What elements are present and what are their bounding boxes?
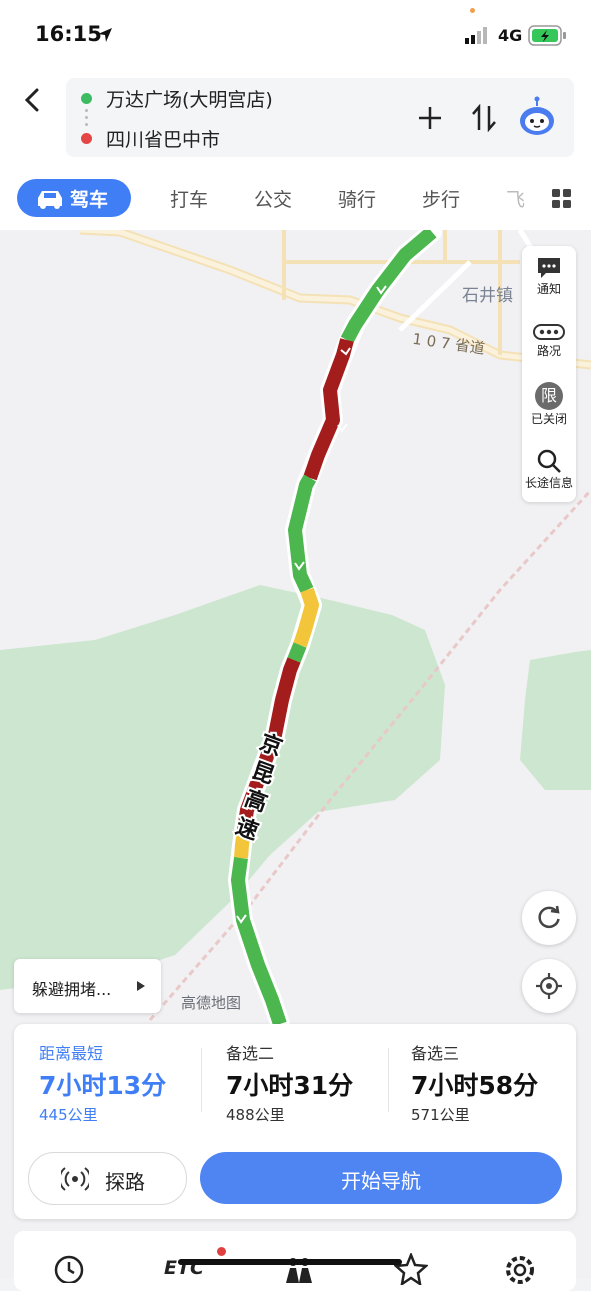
tool-restriction-label: 已关闭	[530, 412, 567, 426]
origin-dot	[81, 93, 92, 104]
refresh-button[interactable]	[522, 891, 576, 945]
town-label: 石井镇	[462, 286, 513, 306]
refresh-icon	[538, 905, 560, 929]
route-options-card: 距离最短 7小时13分 445公里 备选二 7小时31分 488公里 备选三 7…	[14, 1024, 576, 1219]
location-arrow-icon	[98, 28, 112, 42]
tab-drive[interactable]: 驾车	[17, 179, 131, 217]
start-navigation-label: 开始导航	[341, 1169, 421, 1193]
route-option-2[interactable]: 备选二 7小时31分 488公里	[204, 1024, 389, 1134]
tool-traffic[interactable]: 路况	[522, 322, 576, 378]
tool-restriction[interactable]: 限 已关闭	[522, 382, 576, 442]
signal-icon	[465, 27, 487, 44]
avoid-congestion-label: 躲避拥堵...	[32, 980, 112, 999]
route-option-distance: 571公里	[411, 1106, 470, 1124]
route-option-distance: 445公里	[39, 1106, 98, 1124]
route-option-time: 7小时31分	[226, 1071, 354, 1100]
route-panel: 万达广场(大明宫店) 四川省巴中市 驾车 打车 公交 骑行 步行 飞	[0, 70, 591, 230]
tool-traffic-label: 路况	[536, 344, 561, 358]
map-watermark: 高德地图	[181, 994, 241, 1012]
home-indicator	[178, 1259, 402, 1265]
tool-notice-label: 通知	[536, 282, 561, 296]
map-tools: 通知 路况 限 已关闭 长途信息	[522, 246, 576, 502]
tab-transit[interactable]: 公交	[254, 185, 292, 212]
tool-notice[interactable]: 通知	[522, 256, 576, 312]
tool-long-trip[interactable]: 长途信息	[522, 448, 576, 500]
message-icon	[538, 258, 560, 278]
tab-flight[interactable]: 飞	[506, 185, 528, 212]
route-option-distance: 488公里	[226, 1106, 285, 1124]
route-option-label: 备选三	[411, 1044, 460, 1063]
route-option-label: 距离最短	[39, 1044, 104, 1063]
assistant-icon[interactable]	[518, 95, 556, 137]
destination-dot	[81, 133, 92, 144]
search-icon	[537, 449, 561, 473]
probe-label: 探路	[105, 1170, 145, 1194]
route-input-box: 万达广场(大明宫店) 四川省巴中市	[66, 78, 574, 157]
origin-field[interactable]: 万达广场(大明宫店)	[106, 85, 273, 112]
swap-icon[interactable]	[471, 104, 497, 132]
avoid-congestion-button[interactable]: 躲避拥堵...	[14, 959, 161, 1013]
back-icon[interactable]	[22, 88, 42, 112]
park-area	[0, 585, 445, 990]
route-dot	[85, 123, 88, 126]
route-option-label: 备选二	[226, 1044, 275, 1063]
tab-bike[interactable]: 骑行	[338, 185, 376, 212]
divider	[388, 1048, 389, 1112]
locate-button[interactable]	[522, 959, 576, 1013]
network-type: 4G	[498, 26, 523, 45]
route-option-time: 7小时13分	[39, 1071, 167, 1100]
destination-field[interactable]: 四川省巴中市	[106, 125, 220, 152]
transport-mode-tabs: 驾车 打车 公交 骑行 步行 飞	[0, 175, 591, 221]
settings-icon[interactable]	[503, 1253, 537, 1285]
park-area	[520, 650, 591, 790]
radar-icon	[61, 1167, 89, 1191]
car-icon	[38, 191, 62, 209]
road	[79, 228, 591, 368]
route-option-3[interactable]: 备选三 7小时58分 571公里	[390, 1024, 575, 1134]
divider	[201, 1048, 202, 1112]
favorite-icon[interactable]	[394, 1253, 428, 1285]
probe-button[interactable]: 探路	[28, 1152, 187, 1205]
play-arrow-icon	[137, 981, 145, 991]
battery-icon	[528, 25, 566, 46]
tab-taxi[interactable]: 打车	[170, 185, 208, 212]
restriction-icon: 限	[535, 382, 563, 410]
route-option-time: 7小时58分	[411, 1071, 539, 1100]
more-modes-icon[interactable]	[552, 189, 572, 209]
tab-drive-label: 驾车	[70, 189, 109, 211]
route-dot	[85, 116, 88, 119]
add-waypoint-icon[interactable]	[418, 106, 442, 130]
tool-long-trip-label: 长途信息	[524, 476, 573, 490]
route-option-1[interactable]: 距离最短 7小时13分 445公里	[14, 1024, 199, 1134]
tab-walk[interactable]: 步行	[422, 185, 460, 212]
notification-dot	[217, 1247, 226, 1256]
start-navigation-button[interactable]: 开始导航	[200, 1152, 562, 1204]
status-time: 16:15	[35, 22, 102, 46]
locate-icon	[536, 973, 562, 999]
route-segment-green	[287, 642, 307, 663]
status-bar: 16:15 4G	[0, 0, 591, 70]
provincial-road-label: 1 0 7 省道	[411, 330, 486, 358]
route-dot	[85, 109, 88, 112]
indicator-dot	[470, 8, 475, 13]
traffic-icon	[533, 324, 565, 340]
